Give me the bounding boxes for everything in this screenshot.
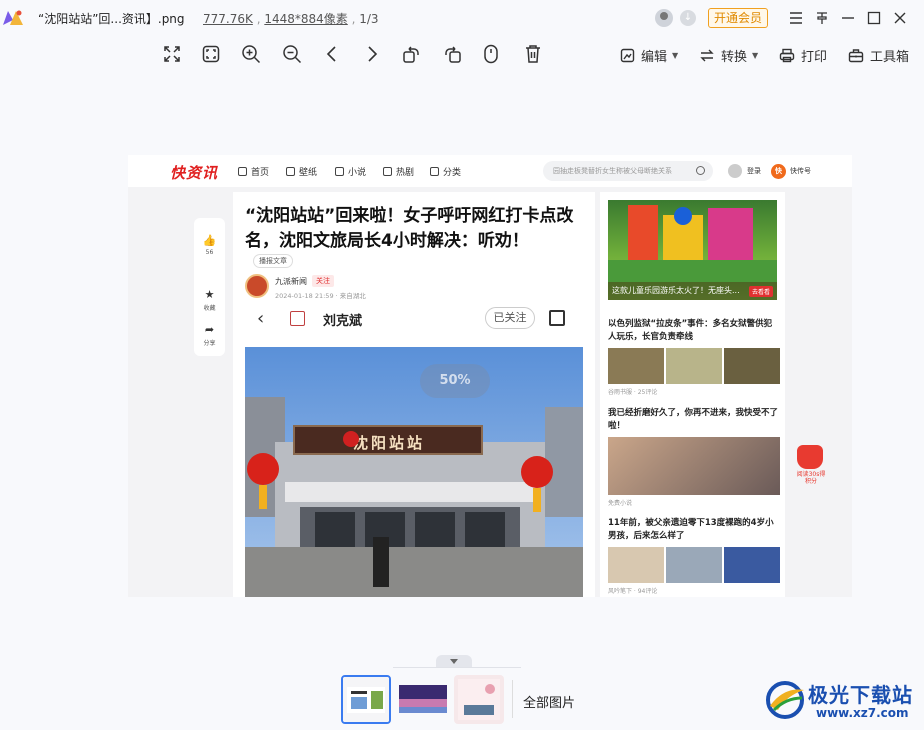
- sidebar-ad-tag: 去看看: [748, 286, 773, 297]
- collapse-thumbnails-button[interactable]: [436, 655, 472, 667]
- sidebar-ad: 这款儿童乐园游乐太火了！无座头... 去看看: [608, 200, 777, 300]
- share-icon: ➦: [204, 323, 215, 336]
- image-position: 1/3: [359, 12, 379, 26]
- nav-novel: 小说: [335, 165, 366, 178]
- login-label: 登录: [747, 167, 761, 175]
- thumbnail-divider: [393, 667, 521, 668]
- image-dimensions[interactable]: 1448*884像素: [264, 12, 347, 26]
- previous-icon[interactable]: [321, 43, 343, 65]
- zoom-out-icon[interactable]: [281, 43, 303, 65]
- watermark-title: 极光下载站: [808, 683, 913, 707]
- search-icon: [696, 166, 705, 175]
- collect-action: ★ 收藏: [194, 288, 225, 312]
- file-size[interactable]: 777.76K: [203, 12, 253, 26]
- inner-author: 刘克斌: [323, 314, 363, 329]
- follow-tag: 关注: [312, 275, 334, 287]
- zoom-in-icon[interactable]: [240, 43, 262, 65]
- loading-percent: 50%: [420, 364, 490, 398]
- title-bar: “沈阳站站”回...资讯】.png 777.76K , 1448*884像素 ,…: [0, 0, 924, 36]
- back-icon: ‹: [257, 308, 265, 329]
- all-images-button[interactable]: 全部图片: [523, 692, 575, 711]
- chevron-down-icon: ▼: [672, 50, 679, 60]
- recommend-sidebar: 这款儿童乐园游乐太火了！无座头... 去看看 以色列监狱“拉皮条”事件：多名女狱…: [600, 192, 785, 597]
- author-name: 九派新闻: [275, 277, 307, 286]
- thumbnail-1[interactable]: [341, 675, 391, 724]
- metro-logo: [343, 431, 359, 447]
- thumbnail-2[interactable]: [398, 675, 448, 724]
- listen-button: 播报文章: [253, 254, 293, 268]
- publish-time: 2024-01-18 21:59 · 来自湖北: [275, 292, 366, 300]
- author-avatar: [245, 274, 269, 298]
- nav-category: 分类: [430, 165, 461, 178]
- close-button[interactable]: [890, 8, 910, 28]
- next-icon[interactable]: [361, 43, 383, 65]
- site-watermark: 极光下载站 www.xz7.com: [764, 676, 919, 724]
- file-name: “沈阳站站”回...资讯】.png: [38, 12, 185, 26]
- red-packet-icon: [797, 445, 823, 469]
- pin-icon[interactable]: [812, 8, 832, 28]
- site-logo: 快资讯: [170, 164, 219, 182]
- printer-icon: [779, 48, 795, 62]
- thumbs-up-icon: 👍: [202, 234, 217, 247]
- user-avatar[interactable]: [655, 9, 673, 27]
- convert-icon: [700, 49, 714, 61]
- station-photo: [245, 347, 583, 597]
- gift-icon: [290, 311, 305, 326]
- convert-menu[interactable]: 转换 ▼: [699, 45, 758, 65]
- convert-label: 转换: [721, 49, 748, 65]
- chevron-down-icon: [450, 658, 458, 664]
- app-logo-icon: [3, 10, 23, 25]
- like-action: 👍 56: [194, 234, 225, 256]
- toolbox-icon: [848, 48, 864, 62]
- minimize-button[interactable]: [838, 8, 858, 28]
- star-icon: ★: [204, 288, 215, 301]
- kuaichuan-label: 快传号: [790, 167, 811, 175]
- fit-window-icon[interactable]: [200, 43, 222, 65]
- kuaichuan-icon: 快: [771, 164, 786, 179]
- article: “沈阳站站”回来啦！女子呼吁网红打卡点改名，沈阳文旅局长4小时解决：听劝！ 播报…: [233, 192, 595, 597]
- print-button[interactable]: 打印: [779, 45, 827, 65]
- thumbnail-3[interactable]: [454, 675, 504, 724]
- station-sign: 沈阳站站: [293, 425, 483, 455]
- edit-label: 编辑: [641, 49, 668, 65]
- image-canvas[interactable]: 快资讯 首页 壁纸 小说 热剧 分类 园抽走板凳替折女生称被父母断绝关系 登录 …: [128, 155, 852, 597]
- float-red-packet: 阅读30s得积分: [795, 445, 827, 495]
- edit-icon: [620, 48, 635, 62]
- nav-drama: 热剧: [383, 165, 414, 178]
- share-action: ➦ 分享: [194, 323, 225, 347]
- news-item: 11年前，被父亲遗迫零下13度裸跑的4岁小男孩，后来怎么样了 风吟笔下 · 94…: [608, 517, 780, 595]
- article-photo: 沈阳站站 50%: [245, 347, 583, 597]
- share-out-icon: [549, 310, 565, 326]
- vip-status-icon[interactable]: ↓: [680, 10, 696, 26]
- mouse-mode-icon[interactable]: [480, 43, 502, 65]
- print-label: 打印: [801, 49, 828, 65]
- vip-button[interactable]: 开通会员: [708, 8, 768, 28]
- watermark-logo-icon: [766, 681, 804, 719]
- delete-icon[interactable]: [522, 43, 544, 65]
- fullscreen-icon[interactable]: [161, 43, 183, 65]
- news-item: 我已经折磨好久了，你再不进来，我快受不了啦！ 免费小说: [608, 408, 780, 507]
- article-title: “沈阳站站”回来啦！女子呼吁网红打卡点改名，沈阳文旅局长4小时解决：听劝！: [245, 206, 574, 251]
- rotate-right-icon[interactable]: [442, 43, 464, 65]
- followed-button: 已关注: [485, 307, 535, 329]
- rotate-left-icon[interactable]: [400, 43, 422, 65]
- nav-home: 首页: [238, 165, 269, 178]
- maximize-button[interactable]: [864, 8, 884, 28]
- toolbox-button[interactable]: 工具箱: [848, 45, 909, 65]
- toolbox-label: 工具箱: [870, 49, 910, 65]
- side-actions: 👍 56 ★ 收藏 ➦ 分享: [194, 218, 225, 356]
- login-avatar: [728, 164, 742, 178]
- site-search: 园抽走板凳替折女生称被父母断绝关系: [543, 161, 713, 181]
- edit-menu[interactable]: 编辑 ▼: [620, 45, 678, 65]
- chevron-down-icon: ▼: [752, 50, 759, 60]
- watermark-url: www.xz7.com: [816, 706, 909, 720]
- news-item: 以色列监狱“拉皮条”事件：多名女狱警供犯人玩乐，长官负责牵线 谷雨书服 · 25…: [608, 318, 780, 396]
- thumbnail-separator: [512, 680, 513, 718]
- menu-icon[interactable]: [786, 8, 806, 28]
- file-info: 777.76K , 1448*884像素 , 1/3: [203, 12, 379, 26]
- nav-wallpaper: 壁纸: [286, 165, 317, 178]
- site-header: 快资讯 首页 壁纸 小说 热剧 分类 园抽走板凳替折女生称被父母断绝关系 登录 …: [128, 155, 852, 187]
